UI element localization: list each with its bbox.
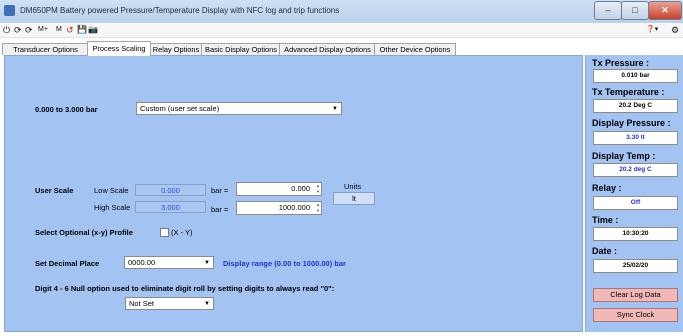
units-label: Units [344, 182, 362, 191]
display-temp-value: 20.2 deg C [593, 163, 678, 177]
relay-value: Off [593, 196, 678, 210]
range-label: 0.000 to 3.000 bar [35, 105, 98, 114]
profile-checkbox-label: (X - Y) [171, 228, 193, 237]
tx-pressure-value: 0.010 bar [593, 69, 678, 83]
display-pressure-value: 3.30 lt [593, 131, 678, 145]
tab-process-scaling[interactable]: Process Scaling [87, 41, 151, 56]
refresh-all-icon[interactable]: ⟳ [25, 24, 33, 36]
tab-strip: Transducer Options Process Scaling Relay… [0, 41, 586, 56]
spinner-icon[interactable]: ▲ ▼ [316, 202, 320, 214]
null-option-label: Digit 4 - 6 Null option used to eliminat… [35, 284, 335, 293]
high-bar-equals: bar = [211, 205, 229, 214]
refresh-icon[interactable]: ⟳ [14, 24, 22, 36]
minimize-button[interactable]: – [594, 1, 622, 20]
tx-temperature-label: Tx Temperature : [592, 87, 665, 97]
high-scale-value: 3.000 [135, 201, 206, 213]
chevron-down-icon: ▼ [204, 260, 210, 266]
undo-icon[interactable]: ↺ [66, 24, 74, 36]
high-display-value: 1000.000 [278, 203, 310, 212]
decimal-select-value: 0000.00 [128, 258, 156, 267]
memory-button[interactable]: M [56, 24, 62, 36]
profile-checkbox[interactable] [160, 228, 169, 237]
status-panel: Tx Pressure : 0.010 bar Tx Temperature :… [585, 55, 683, 332]
time-label: Time : [592, 215, 619, 225]
chevron-down-icon: ▼ [204, 301, 210, 307]
tab-transducer-options[interactable]: Transducer Options [2, 43, 89, 55]
tx-temperature-value: 20.2 Deg C [593, 99, 678, 113]
date-label: Date : [592, 246, 618, 256]
relay-label: Relay : [592, 183, 622, 193]
null-option-select-value: Not Set [129, 299, 155, 308]
sync-clock-button[interactable]: Sync Clock [593, 308, 678, 322]
null-option-select[interactable]: Not Set ▼ [125, 297, 214, 310]
clear-log-data-button[interactable]: Clear Log Data [593, 288, 678, 302]
power-icon[interactable]: ⏻ [3, 24, 10, 36]
profile-label: Select Optional (x-y) Profile [35, 228, 133, 237]
memory-add-button[interactable]: M+ [38, 24, 48, 36]
date-value: 25/02/20 [593, 259, 678, 273]
process-scaling-panel: 0.000 to 3.000 bar Custom (user set scal… [4, 55, 583, 332]
close-button[interactable]: ✕ [648, 1, 682, 20]
units-field[interactable]: lt [333, 192, 375, 205]
title-bar: DM650PM Battery powered Pressure/Tempera… [0, 0, 683, 24]
window-title: DM650PM Battery powered Pressure/Tempera… [20, 6, 340, 15]
maximize-button[interactable]: □ [621, 1, 649, 20]
display-pressure-label: Display Pressure : [592, 118, 671, 128]
tab-relay-options[interactable]: Relay Options [149, 43, 203, 55]
chevron-down-icon: ▼ [332, 106, 338, 112]
high-scale-label: High Scale [94, 203, 131, 212]
help-icon[interactable]: ❓▾ [646, 24, 658, 36]
display-range-text: Display range (0.00 to 1000.00) bar [223, 259, 346, 268]
decimal-select[interactable]: 0000.00 ▼ [124, 256, 214, 269]
tab-basic-display-options[interactable]: Basic Display Options [201, 43, 281, 55]
tab-other-device-options[interactable]: Other Device Options [374, 43, 456, 55]
tx-pressure-label: Tx Pressure : [592, 58, 650, 68]
scale-select-value: Custom (user set scale) [140, 104, 220, 113]
display-temp-label: Display Temp : [592, 151, 656, 161]
tab-advanced-display-options[interactable]: Advanced Display Options [279, 43, 376, 55]
settings-icon[interactable]: ⚙ [671, 24, 679, 36]
low-scale-value: 0.000 [135, 184, 206, 196]
low-bar-equals: bar = [211, 186, 229, 195]
decimal-label: Set Decimal Place [35, 259, 100, 268]
high-display-input[interactable]: 1000.000 ▲ ▼ [236, 201, 322, 215]
save-icon[interactable]: 💾 [77, 24, 87, 36]
low-display-value: 0.000 [291, 184, 310, 193]
spinner-icon[interactable]: ▲ ▼ [316, 183, 320, 195]
user-scale-label: User Scale [35, 186, 74, 195]
time-value: 10:30:20 [593, 227, 678, 241]
camera-icon[interactable]: 📷 [88, 24, 98, 36]
toolbar: ⏻ ⟳ ⟳ M+ M ↺ 💾 📷 ❓▾ ⚙ [0, 23, 683, 38]
low-scale-label: Low Scale [94, 186, 129, 195]
scale-select[interactable]: Custom (user set scale) ▼ [136, 102, 342, 115]
low-display-input[interactable]: 0.000 ▲ ▼ [236, 182, 322, 196]
app-icon [4, 5, 15, 16]
